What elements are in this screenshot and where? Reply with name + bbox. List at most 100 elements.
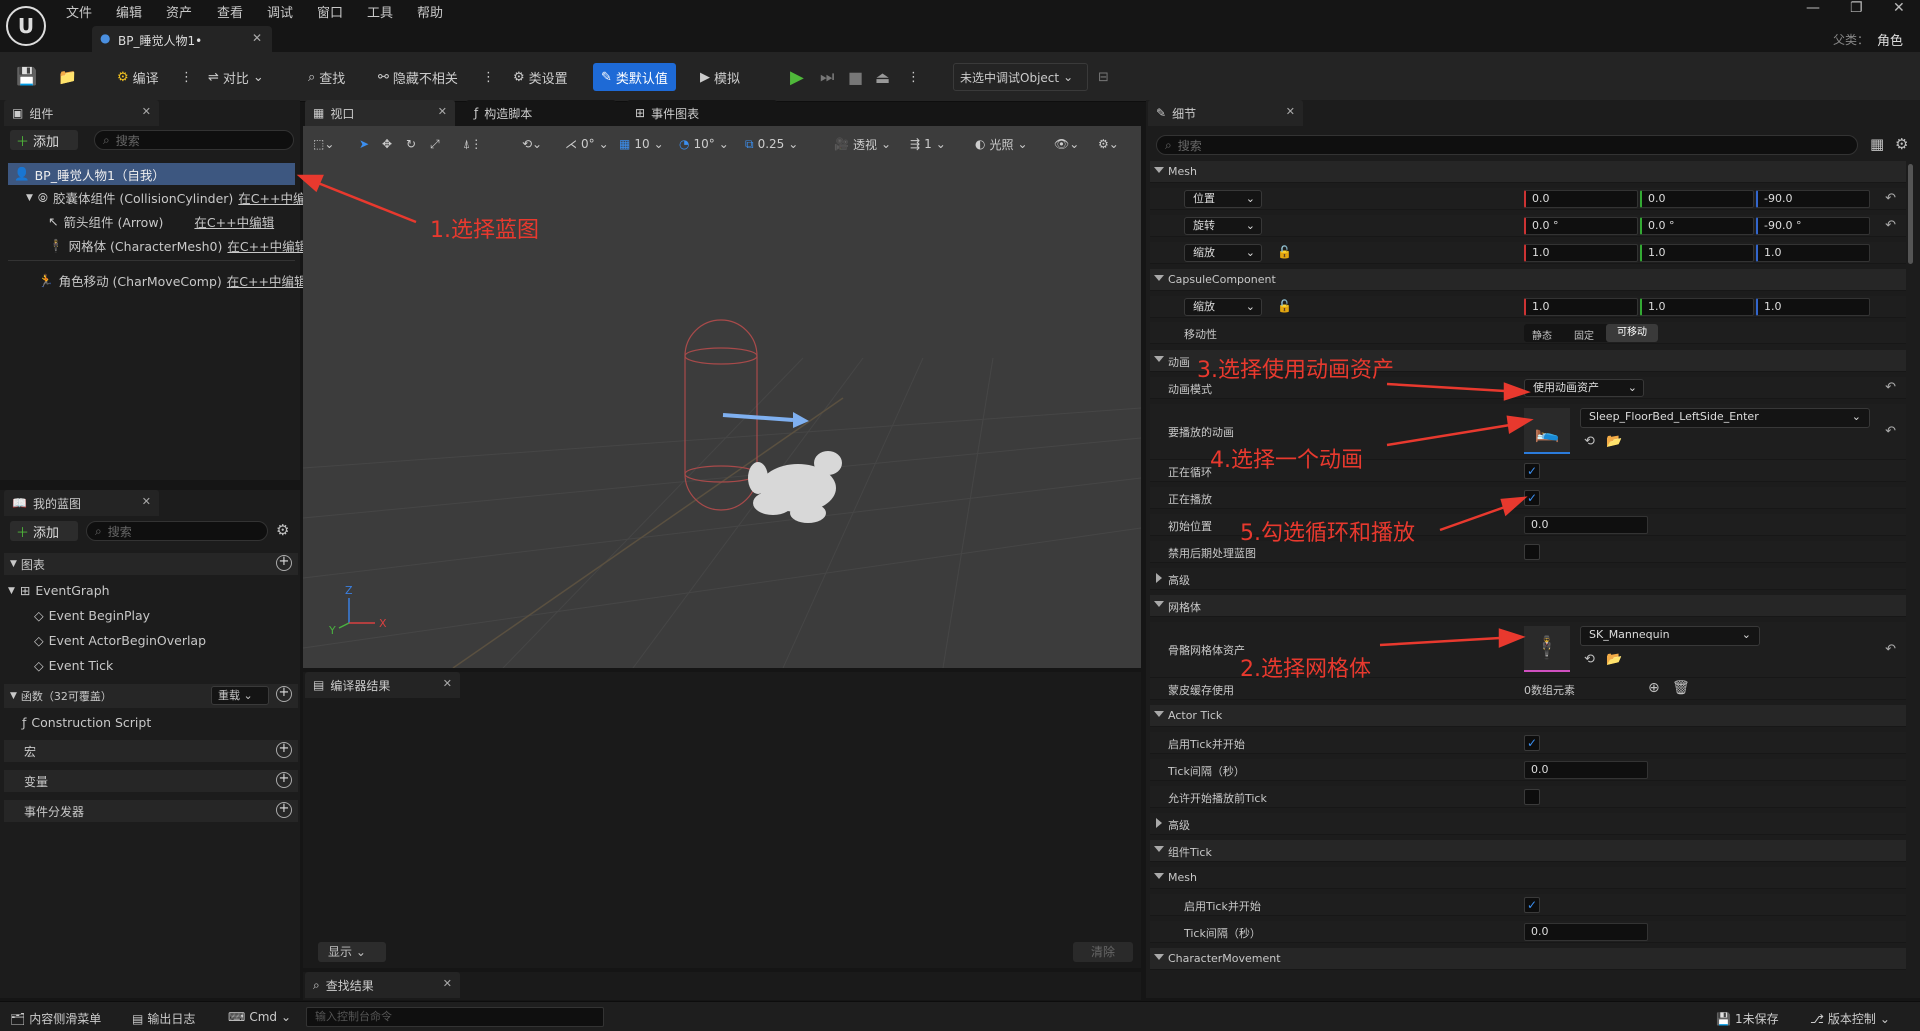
add-component-button[interactable]: ＋添加 [10, 130, 78, 150]
output-log-button[interactable]: ▤ 输出日志 [132, 1010, 195, 1027]
lock-icon[interactable]: 🔓 [1277, 245, 1292, 259]
location-z-field[interactable]: -90.0 [1756, 190, 1870, 208]
component-item-movement[interactable]: 🏃 角色移动 (CharMoveComp) 在C++中编辑 [38, 271, 306, 290]
step-icon[interactable]: ⏭ [820, 65, 834, 89]
clear-button[interactable]: 清除 [1073, 942, 1133, 962]
world-local-icon[interactable]: ⟲⌄ [522, 133, 542, 155]
compile-button[interactable]: ⚙ 编译 [117, 65, 159, 89]
event-item[interactable]: ◇ Event Tick [34, 658, 113, 673]
edit-in-cpp-link[interactable]: 在C++中编辑 [194, 212, 274, 231]
tick-interval-field[interactable]: 0.0 [1524, 761, 1648, 779]
dispatchers-section[interactable]: 事件分发器 + [4, 800, 298, 822]
add-variable-icon[interactable]: + [276, 772, 292, 788]
close-icon[interactable]: ✕ [1286, 105, 1295, 118]
minimize-icon[interactable]: — [1806, 0, 1820, 16]
construction-script-item[interactable]: ƒ Construction Script [22, 715, 151, 730]
stop-icon[interactable]: ■ [848, 65, 863, 89]
find-button[interactable]: ⌕ 查找 [308, 65, 345, 89]
graphs-section[interactable]: ▼ 图表 + [4, 553, 298, 575]
tab-compiler-results[interactable]: ▤ 编译器结果 ✕ [305, 672, 460, 698]
scale-y-field[interactable]: 1.0 [1640, 244, 1754, 262]
debug-filter-icon[interactable]: ⊟ [1098, 65, 1109, 89]
show-dropdown[interactable]: 显示 ⌄ [318, 942, 386, 962]
unsaved-button[interactable]: 💾 1未保存 [1716, 1010, 1779, 1027]
mesh-tick-interval-field[interactable]: 0.0 [1524, 923, 1648, 941]
browse-icon[interactable]: 📂 [1606, 652, 1622, 667]
lock-icon[interactable]: 🔓 [1277, 299, 1292, 313]
settings-icon[interactable]: ⚙⌄ [1098, 133, 1119, 155]
class-defaults-button[interactable]: ✎ 类默认值 [593, 63, 676, 91]
reset-icon[interactable]: ↶ [1885, 191, 1896, 206]
show-icon[interactable]: 👁⌄ [1054, 133, 1079, 155]
select-mode-button[interactable]: ⬚⌄ [313, 133, 334, 155]
capsule-scale-y-field[interactable]: 1.0 [1640, 298, 1754, 316]
rotation-y-field[interactable]: 0.0 ° [1640, 217, 1754, 235]
rotation-z-field[interactable]: -90.0 ° [1756, 217, 1870, 235]
macros-section[interactable]: 宏 + [4, 740, 298, 762]
gear-icon[interactable]: ⚙ [276, 521, 289, 539]
menu-edit[interactable]: 编辑 [116, 2, 142, 21]
location-x-field[interactable]: 0.0 [1524, 190, 1638, 208]
playing-checkbox[interactable]: ✓ [1524, 490, 1540, 506]
more-icon[interactable]: ⋮ [482, 65, 495, 89]
looping-checkbox[interactable]: ✓ [1524, 463, 1540, 479]
tick-before-begin-checkbox[interactable] [1524, 789, 1540, 805]
edit-in-cpp-link[interactable]: 在C++中编 [238, 188, 305, 207]
section-capsule[interactable]: CapsuleComponent [1150, 269, 1906, 291]
hide-unrelated-button[interactable]: ⚯ 隐藏不相关 [378, 65, 458, 89]
tab-find-results[interactable]: ⌕ 查找结果 ✕ [305, 972, 460, 998]
scale-icon[interactable]: ⤢ [430, 133, 440, 155]
section-mesh-tick[interactable]: Mesh [1150, 867, 1906, 889]
close-icon[interactable]: ✕ [438, 105, 447, 118]
tab-details[interactable]: ✎ 细节 ✕ [1148, 100, 1303, 126]
section-component-tick[interactable]: 组件Tick [1150, 840, 1906, 862]
advanced-row[interactable]: 高级 [1150, 813, 1906, 835]
viewport[interactable]: Z X Y [303, 158, 1141, 668]
menu-debug[interactable]: 调试 [267, 2, 293, 21]
rotation-snap-dropdown[interactable]: ⋌ 0° ⌄ [565, 133, 609, 155]
browse-icon[interactable]: 📂 [1606, 434, 1622, 449]
menu-view[interactable]: 查看 [217, 2, 243, 21]
add-macro-icon[interactable]: + [276, 742, 292, 758]
section-mesh[interactable]: Mesh [1150, 161, 1906, 183]
add-function-icon[interactable]: + [276, 686, 292, 702]
details-search-input[interactable]: ⌕ 搜索 [1156, 135, 1858, 155]
more-icon[interactable]: ⋮ [180, 65, 193, 89]
trash-icon[interactable]: 🗑 [1672, 680, 1690, 696]
mobility-movable[interactable]: 可移动 [1606, 324, 1658, 342]
anim-asset-dropdown[interactable]: Sleep_FloorBed_LeftSide_Enter ⌄ [1580, 408, 1870, 428]
tab-construction-script[interactable]: ƒ 构造脚本 [466, 100, 616, 126]
anim-mode-dropdown[interactable]: 使用动画资产 ⌄ [1524, 379, 1644, 397]
play-icon[interactable]: ▶ [790, 65, 804, 89]
rotation-dropdown[interactable]: 旋转 ⌄ [1184, 217, 1262, 235]
unreal-logo[interactable]: U [6, 6, 46, 46]
debug-object-dropdown[interactable]: 未选中调试Object ⌄ [953, 63, 1088, 91]
blueprint-search-input[interactable]: ⌕ 搜索 [86, 521, 268, 541]
use-selected-icon[interactable]: ⟲ [1584, 434, 1595, 449]
edit-in-cpp-link[interactable]: 在C++中编辑 [227, 236, 307, 255]
menu-asset[interactable]: 资产 [166, 2, 192, 21]
perspective-dropdown[interactable]: 🎥 透视 ⌄ [834, 133, 891, 155]
event-item[interactable]: ◇ Event BeginPlay [34, 608, 150, 623]
restore-icon[interactable]: ❐ [1850, 0, 1863, 16]
mobility-static[interactable]: 静态 [1532, 327, 1552, 342]
reset-icon[interactable]: ↶ [1885, 424, 1896, 439]
capsule-scale-dropdown[interactable]: 缩放 ⌄ [1184, 298, 1262, 316]
move-icon[interactable]: ✥ [382, 133, 392, 155]
reset-icon[interactable]: ↶ [1885, 218, 1896, 233]
rotate-icon[interactable]: ↻ [406, 133, 416, 155]
reset-icon[interactable]: ↶ [1885, 642, 1896, 657]
cmd-dropdown[interactable]: ⌨ Cmd ⌄ [228, 1010, 291, 1024]
gear-icon[interactable]: ⚙ [1895, 135, 1908, 153]
more-icon[interactable]: ⋮ [907, 65, 920, 89]
event-graph-item[interactable]: ▼ ⊞ EventGraph [8, 583, 110, 598]
details-scrollbar[interactable] [1908, 164, 1913, 264]
component-item-arrow[interactable]: ↖ 箭头组件 (Arrow) 在C++中编辑 [48, 212, 274, 231]
tab-components[interactable]: ▣ 组件 ✕ [4, 100, 159, 126]
variables-section[interactable]: 变量 + [4, 770, 298, 792]
component-root-item[interactable]: 👤 BP_睡觉人物1（自我） [8, 163, 295, 185]
component-item-capsule[interactable]: ▼ ⦾ 胶囊体组件 (CollisionCylinder) 在C++中编 [26, 188, 305, 207]
menu-help[interactable]: 帮助 [417, 2, 443, 21]
save-icon[interactable]: 💾 [16, 65, 37, 89]
skeletal-mesh-dropdown[interactable]: SK_Mannequin ⌄ [1580, 626, 1760, 646]
